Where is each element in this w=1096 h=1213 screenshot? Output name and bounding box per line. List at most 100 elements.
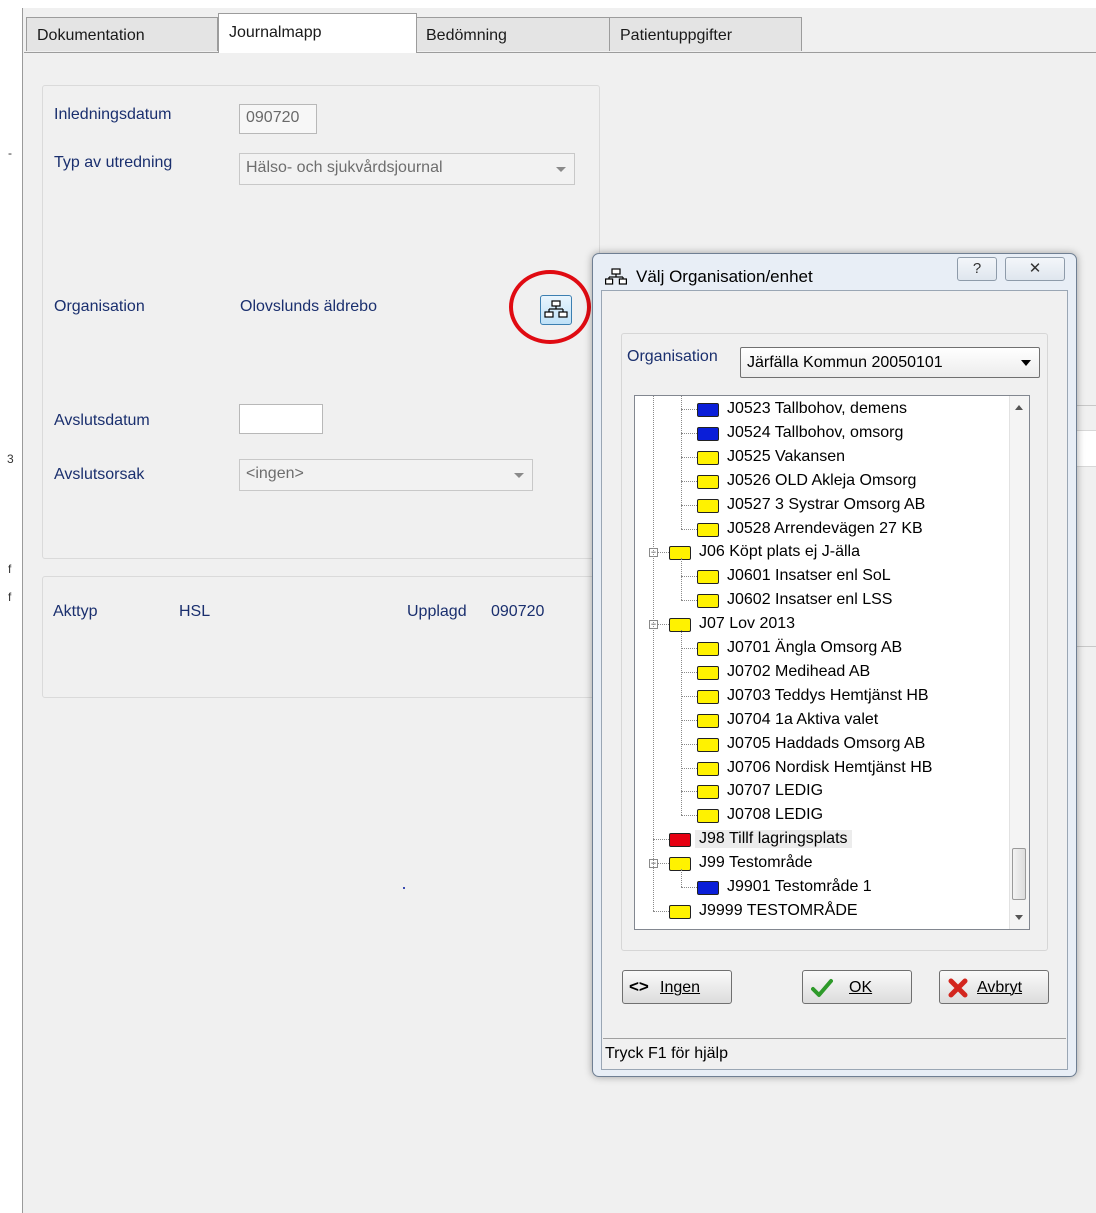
tree-connector [653, 839, 669, 841]
ingen-button[interactable]: <> Ingen [622, 970, 732, 1004]
tree-connector [681, 695, 697, 697]
organisation-tree[interactable]: J0523 Tallbohov, demens J0524 Tallbohov, … [634, 395, 1030, 930]
org-tree-icon [605, 268, 627, 291]
status-color-icon [697, 761, 719, 776]
gutter-mark: - [8, 146, 12, 160]
gutter-mark: f [8, 562, 12, 576]
chevron-down-icon [1021, 360, 1031, 366]
tree-node-label: J9999 TESTOMRÅDE [699, 901, 858, 919]
tree-node-label: J98 Tillf lagringsplats [695, 830, 852, 849]
scroll-up-icon[interactable] [1015, 405, 1023, 410]
tree-connector [681, 671, 697, 673]
tab-dokumentation[interactable]: Dokumentation [26, 17, 218, 51]
left-gutter: - 3 f f [0, 8, 23, 1213]
tree-node-label: J0524 Tallbohov, omsorg [727, 423, 904, 441]
tree-node-label: J0526 OLD Akleja Omsorg [727, 471, 917, 489]
akttyp-value: HSL [179, 603, 211, 620]
tree-node-label: J0602 Insatser enl LSS [727, 591, 893, 609]
help-button[interactable]: ? [957, 257, 997, 281]
tree-connector [681, 480, 697, 482]
highlight-circle [509, 270, 591, 344]
tree-node-label: J0523 Tallbohov, demens [727, 400, 907, 417]
tree-node-label: J0705 Haddads Omsorg AB [727, 734, 926, 752]
ingen-button-label: Ingen [660, 979, 701, 996]
dialog-organisation-label: Organisation [627, 348, 718, 365]
tree-node-label: J0601 Insatser enl SoL [727, 567, 891, 585]
tree-connector [681, 648, 697, 649]
tab-patientuppgifter[interactable]: Patientuppgifter [609, 17, 802, 51]
tree-connector [681, 432, 697, 434]
avbryt-button[interactable]: Avbryt [939, 970, 1049, 1004]
status-color-icon [697, 450, 719, 465]
status-color-icon [697, 594, 719, 609]
tree-branch [681, 396, 682, 529]
tree-connector [681, 576, 697, 578]
status-color-icon [697, 713, 719, 728]
tree-node-label: J0703 Teddys Hemtjänst HB [727, 686, 929, 704]
tree-node-label: J0708 LEDIG [727, 806, 824, 824]
organisation-select-value: Järfälla Kommun 20050101 [747, 354, 943, 371]
status-color-icon [697, 809, 719, 824]
tab-journalmapp[interactable]: Journalmapp [218, 13, 417, 53]
typ-av-utredning-select[interactable]: Hälso- och sjukvårdsjournal [239, 153, 575, 185]
scroll-down-icon[interactable] [1015, 915, 1023, 920]
tree-node-label: J99 Testområde [699, 854, 813, 872]
tree-node-label: J0525 Vakansen [727, 447, 846, 465]
organisation-select[interactable]: Järfälla Kommun 20050101 [740, 347, 1040, 378]
tree-connector [681, 767, 697, 769]
status-color-icon [697, 689, 719, 704]
status-color-icon [697, 737, 719, 752]
gutter-mark: f [8, 590, 12, 604]
tree-connector [681, 743, 697, 745]
tree-connector [653, 910, 669, 912]
tree-connector [681, 409, 697, 410]
status-color-icon [669, 618, 691, 633]
chevron-down-icon [556, 167, 566, 172]
status-color-icon [669, 546, 691, 561]
tree-trunk [653, 396, 654, 911]
tree-node-label: J0704 1a Aktiva valet [727, 710, 879, 728]
tab-baseline [24, 52, 1096, 53]
ok-button[interactable]: OK [802, 970, 912, 1004]
tree-connector [681, 528, 697, 530]
status-bar: Tryck F1 för hjälp [603, 1038, 1066, 1068]
status-color-icon [697, 881, 719, 895]
tree-branch [681, 869, 682, 887]
ok-button-label: OK [849, 979, 873, 996]
avslutsdatum-field[interactable] [239, 404, 323, 434]
status-color-icon [697, 642, 719, 656]
status-color-icon [697, 785, 719, 800]
tree-connector [681, 456, 697, 458]
tree-node-label: J06 Köpt plats ej J-älla [699, 543, 860, 561]
upplagd-label: Upplagd [407, 603, 467, 620]
tree-branch [681, 558, 682, 601]
inledningsdatum-field[interactable]: 090720 [239, 104, 317, 134]
tree-connector [681, 791, 697, 793]
stray-dot [403, 887, 405, 889]
code-brackets-icon: <> [629, 977, 649, 996]
cancel-x-icon [948, 978, 968, 998]
scroll-thumb[interactable] [1012, 848, 1026, 900]
status-color-icon [697, 498, 719, 513]
status-color-icon [669, 857, 691, 872]
akttyp-label: Akttyp [53, 603, 98, 620]
status-color-icon [697, 665, 719, 680]
status-color-icon [697, 426, 719, 441]
tab-bedomning[interactable]: Bedömning [415, 17, 611, 51]
upplagd-value: 090720 [491, 603, 545, 620]
gutter-mark: 3 [7, 452, 14, 466]
organisation-value: Olovslunds äldrebo [240, 298, 377, 315]
tree-node-label: J0527 3 Systrar Omsorg AB [727, 495, 926, 513]
tree-scrollbar[interactable] [1009, 396, 1029, 929]
close-button[interactable]: ✕ [1005, 257, 1065, 281]
inledningsdatum-label: Inledningsdatum [54, 106, 172, 123]
tree-connector [681, 887, 697, 888]
tree-node-label: J0702 Medihead AB [727, 662, 871, 680]
checkmark-icon [811, 979, 833, 997]
organisation-label: Organisation [54, 298, 145, 315]
tree-connector [681, 504, 697, 506]
avslutsorsak-select[interactable]: <ingen> [239, 459, 533, 491]
status-color-icon [697, 403, 719, 417]
status-color-icon [697, 474, 719, 489]
tree-node-label: J0528 Arrendevägen 27 KB [727, 519, 923, 537]
